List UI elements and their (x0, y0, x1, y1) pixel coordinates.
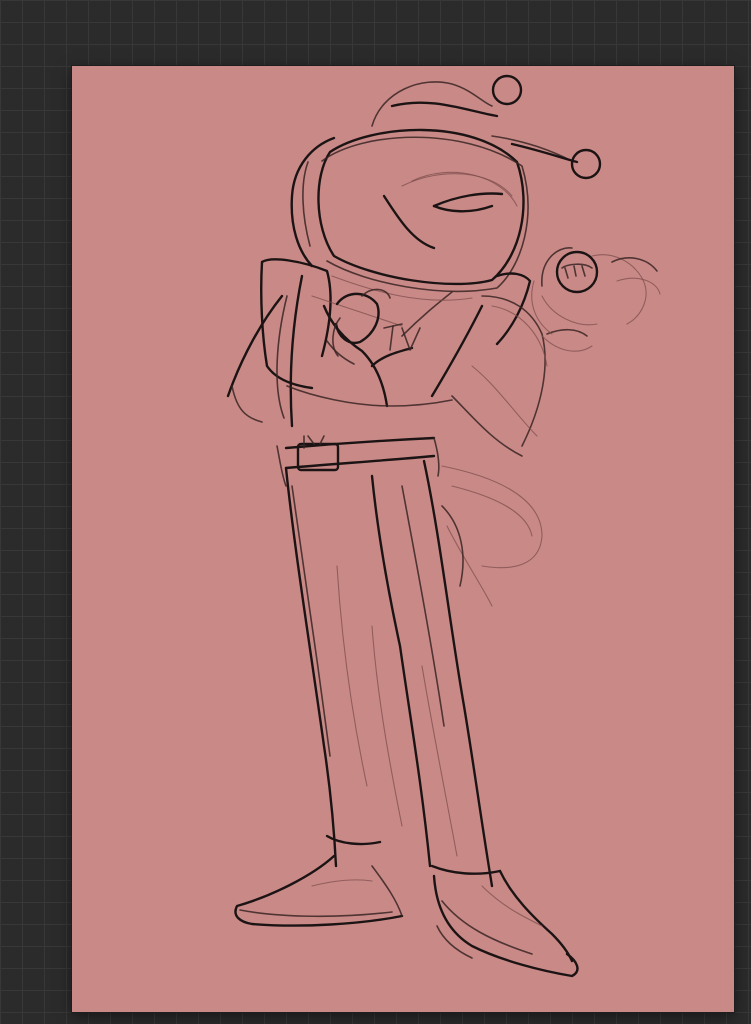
antenna-sketch (371, 74, 602, 180)
shirt-tv-logo (383, 323, 421, 351)
shoe-right-sketch (432, 869, 579, 978)
orb-sketch (531, 247, 661, 335)
drawing-workspace: TV PIPS (0, 0, 751, 1024)
character-sketch (226, 74, 661, 978)
hand-on-chest-sketch (332, 288, 391, 357)
tail-sketch (441, 465, 543, 607)
torso-sketch (226, 258, 532, 428)
pants-sketch (284, 459, 502, 888)
shoe-left-sketch (234, 854, 404, 927)
tv-head-sketch (290, 128, 529, 293)
raised-arm-sketch (451, 295, 593, 457)
drawing-canvas[interactable]: TV PIPS (72, 66, 734, 1012)
belt-sketch (276, 435, 440, 487)
